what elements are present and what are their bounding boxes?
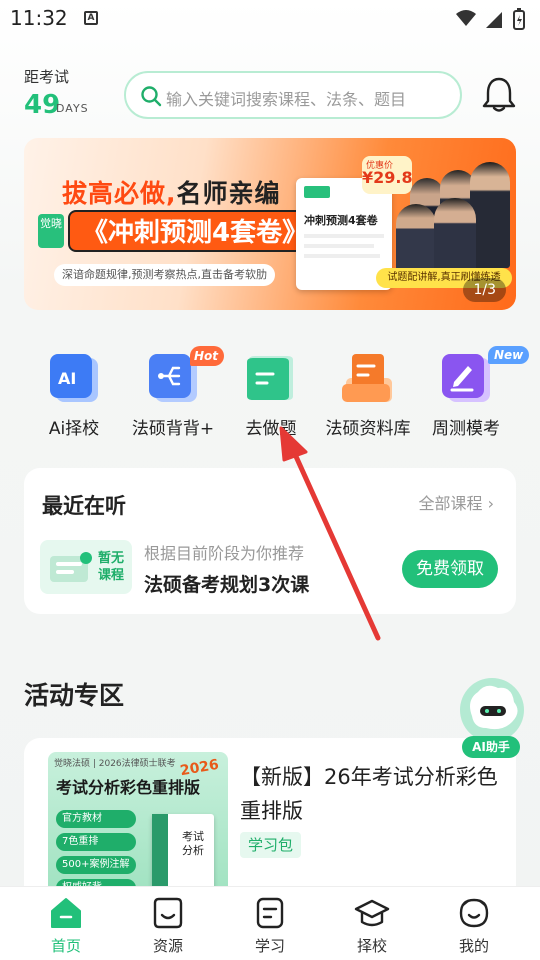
nav-label: 首页 (50, 937, 81, 955)
ai-school-icon: AI (50, 354, 98, 402)
banner-book-title: 冲刺预测4套卷 (304, 214, 378, 227)
banner-headline-b: 名师亲编 (176, 179, 281, 208)
recent-listening-card: 最近在听 全部课程 › 暂无课程 根据目前阶段为你推荐 法硕备考规划3次课 免费… (24, 468, 516, 614)
bottom-nav: 首页 资源 学习 择校 我的 (0, 886, 540, 960)
quick-actions: AI Ai择校 法硕背背+ Hot 去做题 法硕资料库 周测模考 New (0, 344, 540, 444)
activity-cover-top: 觉晓法硕 | 2026法律硕士联考 (54, 759, 176, 769)
quick-action-library[interactable]: 法硕资料库 (318, 344, 418, 444)
recommended-course-title[interactable]: 法硕备考规划3次课 (144, 570, 309, 597)
countdown-label: 距考试 (24, 68, 70, 86)
empty-course-icon (50, 552, 92, 582)
activity-cover-year: 2026 (178, 756, 221, 780)
banner-subline: 深谙命题规律,预测考察热点,直击备考软肋 (54, 264, 275, 286)
status-time: 11:32 (10, 6, 68, 30)
resource-icon (153, 897, 183, 929)
practice-icon (247, 356, 293, 400)
bell-icon[interactable] (480, 74, 518, 114)
exam-countdown[interactable]: 距考试 49 DAYS (24, 66, 114, 126)
notification-icon: A (84, 11, 98, 25)
nav-school[interactable]: 择校 (332, 895, 412, 957)
nav-study[interactable]: 学习 (230, 895, 310, 957)
nav-label: 资源 (152, 937, 183, 955)
quick-action-label: 去做题 (245, 419, 297, 439)
activity-cover-title: 考试分析彩色重排版 (56, 778, 201, 797)
school-icon (354, 899, 390, 927)
promo-banner[interactable]: 拔高必做,名师亲编 觉晓 《冲刺预测4套卷》 深谙命题规律,预测考察热点,直击备… (24, 138, 516, 310)
activity-card[interactable]: 觉晓法硕 | 2026法律硕士联考 考试分析彩色重排版 2026 官方教材 7色… (24, 738, 516, 898)
cover-point: 官方教材 (56, 810, 136, 828)
quick-action-label: Ai择校 (48, 419, 100, 439)
quick-action-label: 周测模考 (432, 419, 500, 439)
new-badge: New (488, 346, 530, 364)
countdown-days: 49 (24, 90, 61, 120)
teacher-photo (396, 204, 436, 274)
weekly-test-icon (442, 354, 490, 402)
recent-title: 最近在听 (42, 494, 126, 518)
search-placeholder: 输入关键词搜索课程、法条、题目 (166, 90, 407, 109)
countdown-unit: DAYS (56, 102, 89, 115)
empty-course-tag: 暂无课程 (40, 540, 132, 594)
activity-book-text: 考试分析 (182, 830, 204, 857)
teacher-photo (470, 162, 510, 268)
svg-text:AI: AI (58, 369, 76, 388)
empty-course-label: 暂无课程 (98, 551, 125, 583)
nav-home[interactable]: 首页 (26, 895, 106, 957)
nav-resources[interactable]: 资源 (128, 895, 208, 957)
activity-tag: 学习包 (240, 832, 302, 858)
hot-badge: Hot (190, 346, 225, 366)
nav-label: 择校 (356, 937, 387, 955)
status-bar: 11:32 A (0, 0, 540, 38)
activity-title: 【新版】26年考试分析彩色重排版 (240, 765, 498, 823)
banner-price-label: 优惠价 (366, 161, 394, 171)
activity-cover-image: 觉晓法硕 | 2026法律硕士联考 考试分析彩色重排版 2026 官方教材 7色… (48, 752, 228, 898)
cover-point: 7色重排 (56, 833, 136, 851)
quick-action-label: 法硕背背+ (131, 419, 215, 439)
library-icon (342, 354, 392, 402)
nav-label: 我的 (458, 937, 489, 955)
study-icon (256, 897, 284, 929)
signal-battery-icon (456, 8, 525, 30)
search-input[interactable]: 输入关键词搜索课程、法条、题目 (124, 71, 462, 119)
ai-helper-button[interactable]: AI助手 (452, 676, 532, 760)
profile-icon (459, 898, 489, 928)
all-courses-link[interactable]: 全部课程 › (419, 490, 495, 514)
cover-point: 500+案例注解 (56, 856, 136, 874)
banner-pager: 1/3 (463, 278, 506, 302)
nav-label: 学习 (254, 937, 285, 955)
home-icon (51, 898, 81, 928)
activity-cover-points: 官方教材 7色重排 500+案例注解 权威好背 (56, 810, 136, 898)
search-icon (141, 86, 162, 107)
claim-free-button[interactable]: 免费领取 (402, 550, 498, 588)
banner-headline-a: 拔高必做, (62, 179, 177, 208)
banner-headline: 拔高必做,名师亲编 (62, 174, 281, 210)
ai-helper-label: AI助手 (462, 736, 520, 758)
quick-action-label: 法硕资料库 (325, 419, 411, 439)
activities-section-title: 活动专区 (24, 681, 125, 710)
nav-profile[interactable]: 我的 (434, 895, 514, 957)
quick-action-ai-school[interactable]: AI Ai择校 (24, 344, 124, 444)
recommend-hint: 根据目前阶段为你推荐 (144, 544, 305, 563)
banner-product-title: 《冲刺预测4套卷》 (68, 210, 323, 252)
quick-action-practice[interactable]: 去做题 (221, 344, 321, 444)
banner-brand-tag: 觉晓 (38, 214, 64, 248)
teacher-photo (434, 198, 476, 274)
